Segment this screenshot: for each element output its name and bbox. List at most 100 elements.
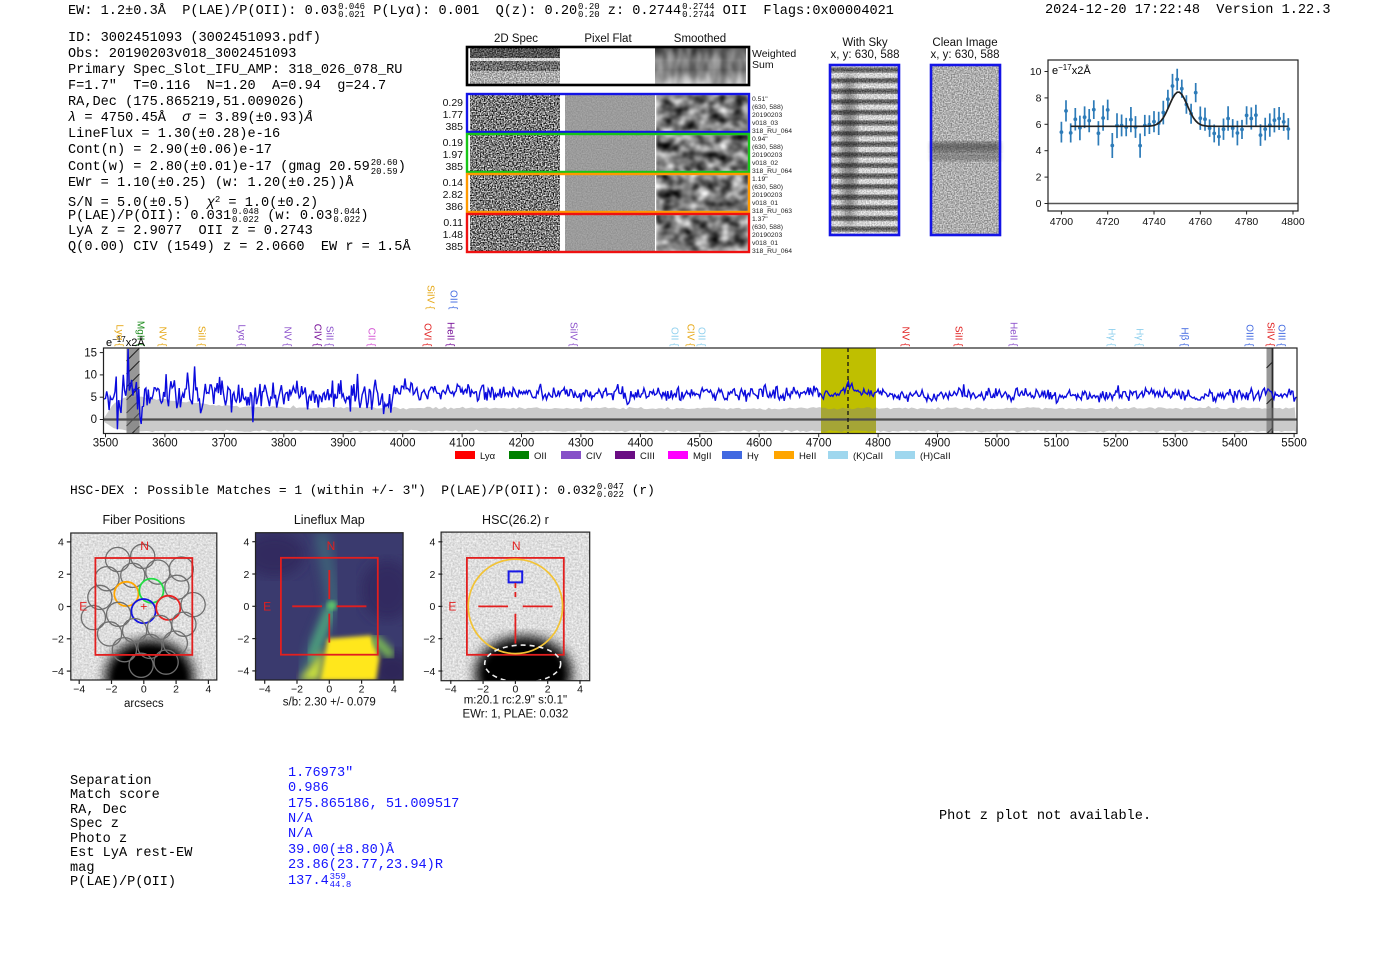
svg-text:20190203: 20190203 <box>752 232 782 239</box>
svg-text:4720: 4720 <box>1096 216 1120 228</box>
svg-text:5100: 5100 <box>1044 438 1070 450</box>
svg-text:OVI {: OVI { <box>422 323 433 347</box>
svg-text:1.97: 1.97 <box>443 149 464 161</box>
svg-text:2.82: 2.82 <box>443 189 464 201</box>
svg-text:3500: 3500 <box>93 438 119 450</box>
svg-text:20190203: 20190203 <box>752 192 782 199</box>
svg-text:CIV: CIV <box>586 451 603 462</box>
svg-text:NV {: NV { <box>282 326 293 347</box>
svg-text:2: 2 <box>359 683 365 695</box>
svg-text:−4: −4 <box>259 683 271 695</box>
svg-text:2: 2 <box>243 569 249 581</box>
svg-text:3600: 3600 <box>152 438 178 450</box>
svg-text:SiIV {: SiIV { <box>1265 322 1276 347</box>
svg-text:HeII: HeII <box>799 451 816 462</box>
svg-text:m:20.1 rc:2.9" s:0.1": m:20.1 rc:2.9" s:0.1" <box>464 695 567 707</box>
svg-text:4100: 4100 <box>449 438 475 450</box>
svg-text:10: 10 <box>84 370 97 382</box>
svg-text:3900: 3900 <box>330 438 356 450</box>
svg-text:4200: 4200 <box>509 438 535 450</box>
svg-text:3800: 3800 <box>271 438 297 450</box>
svg-text:4: 4 <box>391 683 397 695</box>
svg-text:s/b: 2.30 +/- 0.079: s/b: 2.30 +/- 0.079 <box>283 697 376 709</box>
svg-text:318_RU_064: 318_RU_064 <box>752 248 792 255</box>
svg-text:Lyα {: Lyα { <box>236 324 247 347</box>
svg-text:Hγ: Hγ <box>747 451 759 462</box>
svg-text:−2: −2 <box>291 683 303 695</box>
svg-text:x, y: 630, 588: x, y: 630, 588 <box>930 49 999 61</box>
svg-text:EWr: 1, PLAE: 0.032: EWr: 1, PLAE: 0.032 <box>462 709 568 721</box>
svg-text:v018_02: v018_02 <box>752 160 778 167</box>
svg-text:MgII: MgII <box>693 451 711 462</box>
svg-text:4500: 4500 <box>687 438 713 450</box>
svg-text:HeII {: HeII { <box>1008 322 1019 347</box>
svg-text:1.19": 1.19" <box>752 176 768 183</box>
svg-text:+: + <box>140 600 147 614</box>
svg-text:1.48: 1.48 <box>443 229 464 241</box>
svg-text:(H)CaII: (H)CaII <box>920 451 951 462</box>
svg-text:385: 385 <box>445 241 463 253</box>
svg-text:4700: 4700 <box>1050 216 1074 228</box>
svg-text:4: 4 <box>58 537 64 549</box>
svg-text:0: 0 <box>326 683 332 695</box>
svg-text:5500: 5500 <box>1281 438 1307 450</box>
svg-text:HSC(26.2) r: HSC(26.2) r <box>482 513 549 527</box>
svg-text:318_RU_064: 318_RU_064 <box>752 128 792 135</box>
svg-text:−4: −4 <box>445 683 457 695</box>
svg-text:NV {: NV { <box>900 326 911 347</box>
svg-text:v018_03: v018_03 <box>752 120 778 127</box>
svg-text:Fiber Positions: Fiber Positions <box>102 513 185 527</box>
svg-text:NV {: NV { <box>157 326 168 347</box>
svg-text:−2: −2 <box>423 634 435 646</box>
svg-text:1.37": 1.37" <box>752 216 768 223</box>
svg-text:4: 4 <box>243 537 249 549</box>
svg-text:Hγ {: Hγ { <box>1134 328 1145 347</box>
svg-text:3700: 3700 <box>212 438 238 450</box>
svg-text:CII {: CII { <box>366 328 377 348</box>
svg-text:4800: 4800 <box>1281 216 1305 228</box>
svg-text:arcsecs: arcsecs <box>124 698 164 710</box>
svg-text:4400: 4400 <box>628 438 654 450</box>
svg-text:4000: 4000 <box>390 438 416 450</box>
svg-text:SiII {: SiII { <box>196 326 207 347</box>
svg-text:N: N <box>140 539 149 553</box>
svg-text:CIV {: CIV { <box>685 324 696 347</box>
svg-text:5000: 5000 <box>984 438 1010 450</box>
svg-text:N: N <box>512 539 521 553</box>
svg-text:Smoothed: Smoothed <box>674 33 726 45</box>
svg-text:SiII {: SiII { <box>953 326 964 347</box>
svg-text:15: 15 <box>84 347 97 359</box>
svg-text:5400: 5400 <box>1222 438 1248 450</box>
svg-text:10: 10 <box>1030 66 1042 78</box>
svg-text:4760: 4760 <box>1189 216 1213 228</box>
svg-text:CIII: CIII <box>640 451 655 462</box>
svg-text:0.19: 0.19 <box>443 137 464 149</box>
svg-text:E: E <box>448 599 456 613</box>
svg-text:4780: 4780 <box>1235 216 1259 228</box>
svg-text:v018_01: v018_01 <box>752 200 778 207</box>
svg-text:2D Spec: 2D Spec <box>494 33 538 45</box>
svg-text:E: E <box>263 599 271 613</box>
svg-text:SiIV {: SiIV { <box>568 322 579 347</box>
svg-text:−4: −4 <box>423 666 435 678</box>
svg-text:0.94": 0.94" <box>752 136 768 143</box>
svg-text:5300: 5300 <box>1162 438 1188 450</box>
svg-text:8: 8 <box>1036 92 1042 104</box>
svg-text:0: 0 <box>1036 198 1042 210</box>
svg-text:OII {: OII { <box>669 327 680 347</box>
svg-text:4300: 4300 <box>568 438 594 450</box>
svg-text:(630, 580): (630, 580) <box>752 184 783 191</box>
svg-text:OII: OII <box>534 451 547 462</box>
svg-text:e−17x2Å: e−17x2Å <box>106 335 145 349</box>
svg-text:−4: −4 <box>52 666 64 678</box>
svg-text:−2: −2 <box>106 684 118 696</box>
svg-text:0.11: 0.11 <box>443 217 463 229</box>
svg-text:2: 2 <box>58 569 64 581</box>
svg-text:Lineflux Map: Lineflux Map <box>294 513 365 527</box>
svg-text:−2: −2 <box>52 634 64 646</box>
svg-text:SiII {: SiII { <box>324 326 335 347</box>
svg-text:0.29: 0.29 <box>443 97 464 109</box>
svg-text:0: 0 <box>430 601 436 613</box>
svg-text:(K)CaII: (K)CaII <box>853 451 883 462</box>
svg-text:−2: −2 <box>237 633 249 645</box>
